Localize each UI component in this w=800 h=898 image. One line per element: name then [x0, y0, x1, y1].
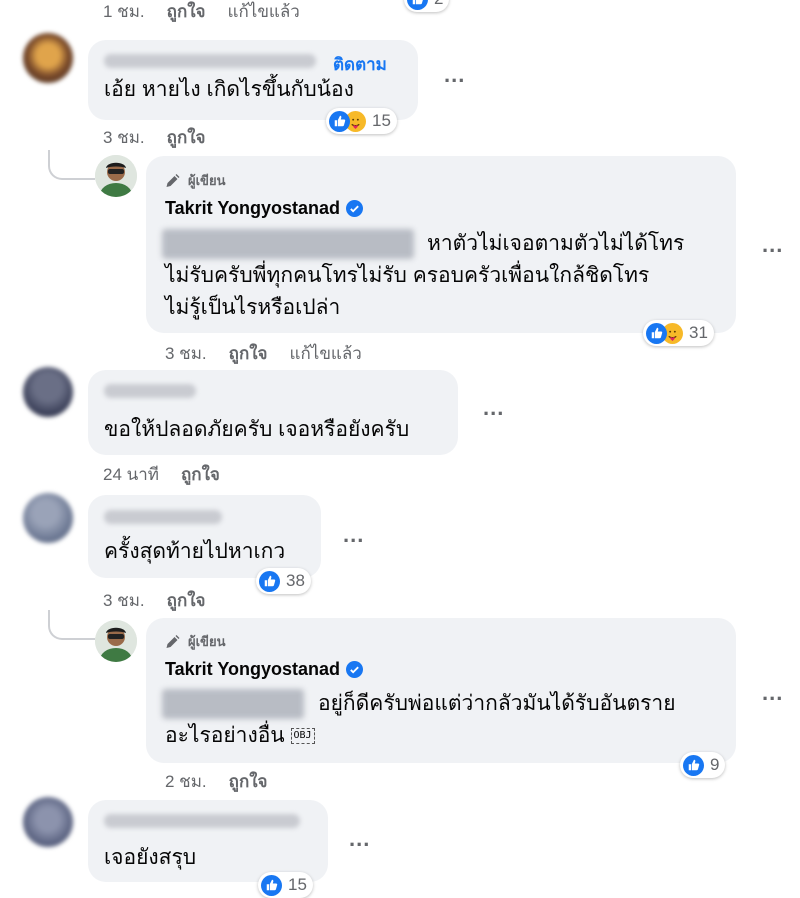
commenter-name-redacted[interactable] — [104, 814, 300, 828]
like-reaction-icon — [329, 110, 350, 132]
timestamp[interactable]: 3 ชม. — [103, 128, 145, 147]
reply-thread-line — [48, 610, 95, 640]
commenter-name-redacted[interactable] — [104, 54, 316, 68]
author-badge: ผู้เขียน — [165, 631, 225, 652]
commenter-name-redacted[interactable] — [104, 384, 196, 398]
commenter-name-redacted[interactable] — [104, 510, 222, 524]
timestamp[interactable]: 3 ชม. — [103, 591, 145, 610]
object-placeholder-glyph: OBJ — [290, 728, 315, 745]
more-options-icon[interactable]: ... — [762, 232, 783, 258]
reaction-count: 2 — [434, 0, 443, 9]
reaction-summary[interactable]: 2 — [404, 0, 450, 12]
pencil-icon — [166, 173, 180, 187]
verified-badge-icon — [346, 661, 364, 678]
like-link[interactable]: ถูกใจ — [167, 591, 206, 610]
comment-meta: 24 นาที ถูกใจ — [103, 461, 220, 488]
like-link[interactable]: ถูกใจ — [229, 344, 268, 363]
author-badge: ผู้เขียน — [165, 170, 225, 191]
comment-text: ไม่รับครับพี่ทุกคนโทรไม่รับ ครอบครัวเพื่… — [165, 264, 650, 287]
mentioned-user-redacted[interactable] — [162, 689, 304, 719]
timestamp[interactable]: 24 นาที — [103, 465, 159, 484]
reaction-count: 9 — [710, 755, 720, 774]
more-options-icon[interactable]: ... — [762, 680, 783, 706]
more-options-icon[interactable]: ... — [343, 522, 364, 548]
commenter-avatar[interactable] — [23, 367, 73, 417]
like-link[interactable]: ถูกใจ — [167, 128, 206, 147]
reaction-count: 15 — [288, 875, 307, 894]
like-link[interactable]: ถูกใจ — [167, 2, 206, 21]
like-reaction-icon — [261, 874, 282, 896]
author-avatar[interactable] — [95, 155, 137, 197]
reaction-summary[interactable]: 15 — [258, 872, 313, 898]
comment-text: อยู่ก็ดีครับพ่อแต่ว่ากลัวมันได้รับอันตรา… — [318, 692, 676, 715]
author-name[interactable]: Takrit Yongyostanad — [165, 659, 364, 680]
reaction-summary[interactable]: 9 — [680, 752, 726, 778]
comment-text: เอ้ย หายไง เกิดไรขึ้นกับน้อง — [104, 78, 354, 101]
comment-text: ไม่รู้เป็นไรหรือเปล่า — [165, 296, 341, 319]
timestamp[interactable]: 3 ชม. — [165, 344, 207, 363]
more-options-icon[interactable]: ... — [444, 62, 465, 88]
like-link[interactable]: ถูกใจ — [229, 772, 268, 791]
reaction-summary[interactable]: 38 — [256, 568, 311, 594]
more-options-icon[interactable]: ... — [349, 826, 370, 852]
comment-text: เจอยังสรุบ — [104, 846, 197, 869]
commenter-avatar[interactable] — [23, 493, 73, 543]
reaction-count: 38 — [286, 571, 305, 590]
commenter-avatar[interactable] — [23, 33, 73, 83]
like-reaction-icon — [407, 0, 428, 10]
commenter-avatar[interactable] — [23, 797, 73, 847]
comment-text: ครั้งสุดท้ายไปหาเกว — [104, 540, 286, 563]
more-options-icon[interactable]: ... — [483, 395, 504, 421]
timestamp[interactable]: 2 ชม. — [165, 772, 207, 791]
mentioned-user-redacted[interactable] — [162, 229, 414, 259]
reply-thread-line — [48, 150, 95, 180]
author-avatar[interactable] — [95, 620, 137, 662]
timestamp[interactable]: 1 ชม. — [103, 2, 145, 21]
reaction-count: 31 — [689, 323, 708, 342]
comment-meta: 2 ชม. ถูกใจ — [165, 768, 268, 795]
like-reaction-icon — [683, 754, 704, 776]
pencil-icon — [166, 634, 180, 648]
comment-text: หาตัวไม่เจอตามตัวไม่ได้โทร — [427, 232, 685, 255]
like-reaction-icon — [259, 570, 280, 592]
like-reaction-icon — [646, 322, 667, 344]
comment-meta: 3 ชม. ถูกใจ — [103, 587, 206, 614]
reaction-summary[interactable]: 15 — [326, 108, 397, 134]
edited-label[interactable]: แก้ไขแล้ว — [228, 2, 300, 21]
comment-text: ขอให้ปลอดภัยครับ เจอหรือยังครับ — [104, 418, 410, 441]
comment-meta: 1 ชม. ถูกใจ แก้ไขแล้ว — [103, 0, 300, 25]
author-name[interactable]: Takrit Yongyostanad — [165, 198, 364, 219]
comment-text: อะไรอย่างอื่น OBJ — [165, 720, 315, 752]
edited-label[interactable]: แก้ไขแล้ว — [290, 344, 362, 363]
like-link[interactable]: ถูกใจ — [181, 465, 220, 484]
verified-badge-icon — [346, 200, 364, 217]
reaction-count: 15 — [372, 111, 391, 130]
reaction-summary[interactable]: 31 — [643, 320, 714, 346]
comment-meta: 3 ชม. ถูกใจ — [103, 124, 206, 151]
comment-meta: 3 ชม. ถูกใจ แก้ไขแล้ว — [165, 340, 362, 367]
